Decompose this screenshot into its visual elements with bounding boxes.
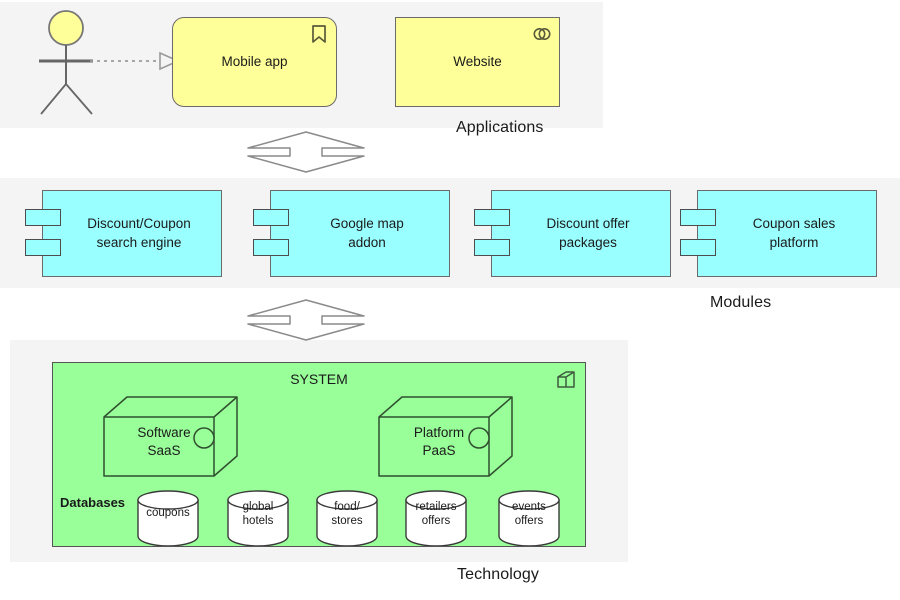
database-cylinder-retailers-offers[interactable] bbox=[404, 490, 468, 546]
component-port-top bbox=[25, 209, 61, 226]
module-node-label-line1: Google map bbox=[330, 216, 404, 232]
application-node-mobile-app[interactable]: Mobile app bbox=[172, 17, 337, 107]
module-node-label-line1: Discount/Coupon bbox=[87, 216, 191, 232]
module-node-label-line2: addon bbox=[348, 234, 386, 250]
module-node-discount-offer-packages[interactable]: Discount offer packages bbox=[474, 190, 671, 277]
bookmark-icon bbox=[312, 25, 326, 43]
technology-cube-platform-paas[interactable] bbox=[378, 396, 513, 478]
component-port-top bbox=[474, 209, 510, 226]
collaboration-icon bbox=[533, 28, 551, 40]
database-cylinder-food-stores[interactable] bbox=[315, 490, 379, 546]
component-port-bottom bbox=[253, 239, 289, 256]
application-node-label: Website bbox=[453, 53, 502, 69]
database-cylinder-global-hotels[interactable] bbox=[226, 490, 290, 546]
module-node-label-line2: packages bbox=[559, 234, 617, 250]
component-port-top bbox=[253, 209, 289, 226]
bidirectional-layer-arrow-applications-modules bbox=[247, 131, 365, 173]
layer-label-modules: Modules bbox=[710, 294, 772, 311]
module-node-discount-coupon-search-engine[interactable]: Discount/Coupon search engine bbox=[25, 190, 222, 277]
component-port-bottom bbox=[474, 239, 510, 256]
application-node-label: Mobile app bbox=[221, 53, 288, 69]
databases-label: Databases bbox=[60, 495, 126, 510]
system-title: SYSTEM bbox=[290, 371, 348, 387]
node-cube-icon bbox=[557, 371, 575, 388]
application-node-website[interactable]: Website bbox=[395, 17, 560, 107]
module-node-coupon-sales-platform[interactable]: Coupon sales platform bbox=[680, 190, 877, 277]
module-node-label-line1: Coupon sales bbox=[752, 216, 836, 232]
layer-label-applications: Applications bbox=[456, 119, 544, 136]
technology-cube-software-saas[interactable] bbox=[103, 396, 238, 478]
component-port-top bbox=[680, 209, 716, 226]
component-port-bottom bbox=[680, 239, 716, 256]
module-node-google-map-addon[interactable]: Google map addon bbox=[253, 190, 450, 277]
database-cylinder-events-offers[interactable] bbox=[497, 490, 561, 546]
bidirectional-layer-arrow-modules-technology bbox=[247, 299, 365, 341]
layer-label-technology: Technology bbox=[457, 566, 539, 583]
module-node-label-line2: platform bbox=[769, 234, 819, 250]
database-cylinder-coupons[interactable] bbox=[136, 490, 200, 546]
module-node-label-line2: search engine bbox=[96, 234, 182, 250]
component-port-bottom bbox=[25, 239, 61, 256]
diagram-canvas: Mobile app Website Applications Discount… bbox=[0, 0, 900, 600]
module-node-label-line1: Discount offer bbox=[546, 216, 630, 232]
dependency-dashed-arrow bbox=[90, 51, 180, 71]
